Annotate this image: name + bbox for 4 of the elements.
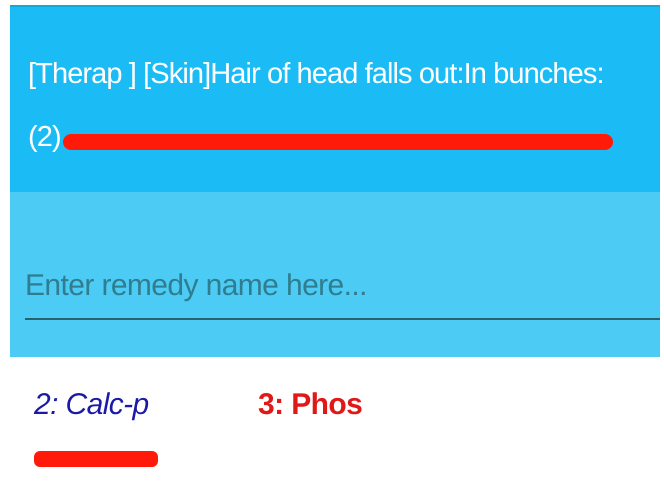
remedy-input-field[interactable]: Enter remedy name here... xyxy=(10,192,660,357)
remedy-link[interactable]: 2: Calc-p xyxy=(34,387,149,423)
header-title: [Therap ] [Skin]Hair of head falls out:In bunches: (2) xyxy=(28,58,604,153)
remedy-link[interactable]: 3: Phos xyxy=(258,387,362,423)
